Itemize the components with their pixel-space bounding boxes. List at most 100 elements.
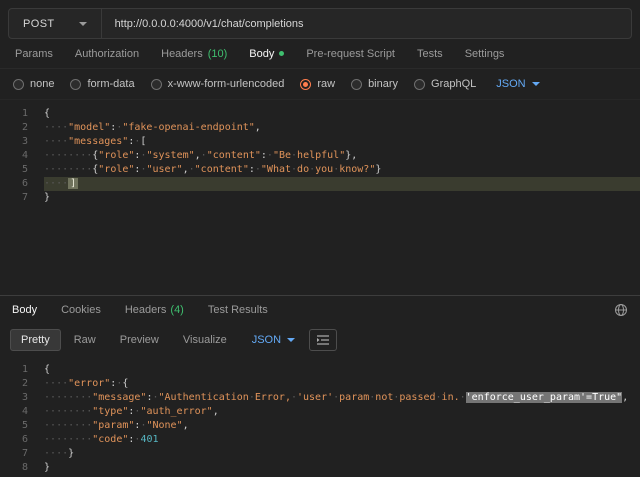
view-raw-button[interactable]: Raw [63,329,107,351]
tab-pre-request-script[interactable]: Pre-request Script [295,39,406,68]
view-preview-button[interactable]: Preview [109,329,170,351]
radio-icon-selected [300,79,311,90]
view-label: Preview [120,334,159,346]
code-content: } [44,191,640,205]
response-icons [614,303,628,317]
body-type-form-data[interactable]: form-data [70,78,134,90]
body-type-x-www-form-urlencoded[interactable]: x-www-form-urlencoded [151,78,285,90]
radio-label: none [30,78,54,90]
code-content: ····] [44,177,640,191]
line-number: 5 [0,419,44,433]
code-line[interactable]: 2····"error":·{ [0,377,640,391]
response-tab-cookies[interactable]: Cookies [61,296,101,324]
view-visualize-button[interactable]: Visualize [172,329,238,351]
response-tab-body[interactable]: Body [12,296,37,324]
tab-label: Test Results [208,304,268,316]
code-content: ····} [44,447,640,461]
code-line[interactable]: 1{ [0,363,640,377]
body-type-binary[interactable]: binary [351,78,398,90]
code-content: ········"message":·"Authentication·Error… [44,391,640,405]
tab-count: (10) [208,48,228,60]
tab-headers[interactable]: Headers (10) [150,39,238,68]
tab-label: Authorization [75,48,139,60]
code-content: ········"type":·"auth_error", [44,405,640,419]
code-line[interactable]: 4········{"role":·"system",·"content":·"… [0,149,640,163]
radio-label: form-data [87,78,134,90]
response-tab-headers[interactable]: Headers (4) [125,296,184,324]
code-line[interactable]: 3····"messages":·[ [0,135,640,149]
code-content: ····"model":·"fake-openai-endpoint", [44,121,640,135]
chevron-down-icon [79,22,87,26]
line-number: 1 [0,363,44,377]
request-url-bar: POST http://0.0.0.0:4000/v1/chat/complet… [8,8,632,39]
line-number: 7 [0,447,44,461]
code-content: ········"param":·"None", [44,419,640,433]
code-line[interactable]: 5········"param":·"None", [0,419,640,433]
line-number: 3 [0,391,44,405]
request-language-select[interactable]: JSON [496,78,539,90]
response-toolbar: Pretty Raw Preview Visualize JSON [0,324,640,356]
line-number: 2 [0,121,44,135]
tab-authorization[interactable]: Authorization [64,39,150,68]
body-type-graphql[interactable]: GraphQL [414,78,476,90]
code-line[interactable]: 5········{"role":·"user",·"content":·"Wh… [0,163,640,177]
body-type-row: none form-data x-www-form-urlencoded raw… [0,69,640,99]
tab-label: Headers [125,304,167,316]
method-select[interactable]: POST [9,9,101,38]
radio-label: binary [368,78,398,90]
line-number: 1 [0,107,44,121]
code-line[interactable]: 6········"code":·401 [0,433,640,447]
request-body-editor[interactable]: 1{2····"model":·"fake-openai-endpoint",3… [0,99,640,295]
response-language-select[interactable]: JSON [252,334,295,346]
code-content: ········{"role":·"system",·"content":·"B… [44,149,640,163]
code-line[interactable]: 3········"message":·"Authentication·Erro… [0,391,640,405]
view-label: Visualize [183,334,227,346]
chevron-down-icon [532,82,540,86]
code-line[interactable]: 8} [0,461,640,475]
line-number: 6 [0,433,44,447]
line-number: 5 [0,163,44,177]
response-tabs: Body Cookies Headers (4) Test Results [0,295,640,324]
tab-tests[interactable]: Tests [406,39,454,68]
radio-icon [70,79,81,90]
radio-icon [13,79,24,90]
tab-settings[interactable]: Settings [454,39,516,68]
postman-app: POST http://0.0.0.0:4000/v1/chat/complet… [0,0,640,477]
method-label: POST [23,18,55,30]
chevron-down-icon [287,338,295,342]
code-line[interactable]: 1{ [0,107,640,121]
code-line[interactable]: 7····} [0,447,640,461]
code-line[interactable]: 4········"type":·"auth_error", [0,405,640,419]
url-input[interactable]: http://0.0.0.0:4000/v1/chat/completions [102,18,631,30]
tab-params[interactable]: Params [4,39,64,68]
radio-label: GraphQL [431,78,476,90]
body-type-none[interactable]: none [13,78,54,90]
code-line[interactable]: 2····"model":·"fake-openai-endpoint", [0,121,640,135]
tab-count: (4) [170,304,183,316]
view-label: Pretty [21,334,50,346]
radio-icon [414,79,425,90]
code-content: ········"code":·401 [44,433,640,447]
code-line[interactable]: 6····] [0,177,640,191]
radio-label: x-www-form-urlencoded [168,78,285,90]
tab-label: Body [249,48,274,60]
code-content: { [44,107,640,121]
format-icon[interactable] [309,329,337,351]
body-type-raw[interactable]: raw [300,78,335,90]
line-number: 4 [0,149,44,163]
tab-label: Pre-request Script [306,48,395,60]
code-content: ········{"role":·"user",·"content":·"Wha… [44,163,640,177]
tab-body[interactable]: Body [238,39,295,68]
globe-icon[interactable] [614,303,628,317]
code-line[interactable]: 7} [0,191,640,205]
code-content: ····"error":·{ [44,377,640,391]
tab-label: Tests [417,48,443,60]
radio-icon [351,79,362,90]
response-tab-test-results[interactable]: Test Results [208,296,268,324]
response-body-editor[interactable]: 1{2····"error":·{3········"message":·"Au… [0,356,640,477]
view-pretty-button[interactable]: Pretty [10,329,61,351]
line-number: 2 [0,377,44,391]
code-content: ····"messages":·[ [44,135,640,149]
code-content: { [44,363,640,377]
tab-label: Body [12,304,37,316]
